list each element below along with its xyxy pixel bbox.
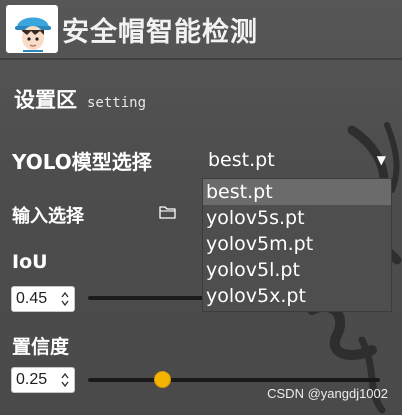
iou-spinbox[interactable]: 0.45 [11,286,75,312]
confidence-slider[interactable] [88,378,380,382]
dropdown-option[interactable]: best.pt [203,179,391,205]
dropdown-option[interactable]: yolov5m.pt [203,231,391,257]
model-select-value: best.pt [208,149,275,171]
avatar-icon [7,6,57,52]
iou-slider[interactable] [88,296,203,300]
dropdown-arrow-icon[interactable]: ▼ [377,153,386,167]
model-select-label: YOLO模型选择 [12,150,152,174]
settings-title: 设置区 [14,88,77,112]
model-select[interactable]: best.pt ▼ [206,146,392,174]
app-window: 安全帽智能检测 设置区 setting YOLO模型选择 best.pt ▼ 输… [0,0,402,415]
spin-arrows-icon[interactable] [60,370,70,390]
settings-heading: 设置区 setting [14,84,146,114]
dropdown-option[interactable]: yolov5x.pt [203,283,391,309]
spin-arrows-icon[interactable] [60,289,70,309]
input-select-label: 输入选择 [12,206,84,227]
settings-subtitle: setting [87,95,147,111]
dropdown-option[interactable]: yolov5l.pt [203,257,391,283]
confidence-spinbox[interactable]: 0.25 [11,367,75,393]
confidence-value[interactable]: 0.25 [16,371,47,389]
title-divider [0,58,402,60]
dropdown-option[interactable]: yolov5s.pt [203,205,391,231]
avatar [6,5,58,53]
iou-value[interactable]: 0.45 [16,290,47,308]
confidence-slider-handle[interactable] [154,371,171,388]
iou-label: IoU [12,251,48,273]
title-bar: 安全帽智能检测 [6,4,258,54]
folder-icon[interactable] [159,204,177,220]
confidence-label: 置信度 [12,336,70,358]
app-title: 安全帽智能检测 [62,16,258,48]
model-dropdown-list: best.pt yolov5s.pt yolov5m.pt yolov5l.pt… [202,178,392,312]
watermark: CSDN @yangdj1002 [267,386,388,401]
